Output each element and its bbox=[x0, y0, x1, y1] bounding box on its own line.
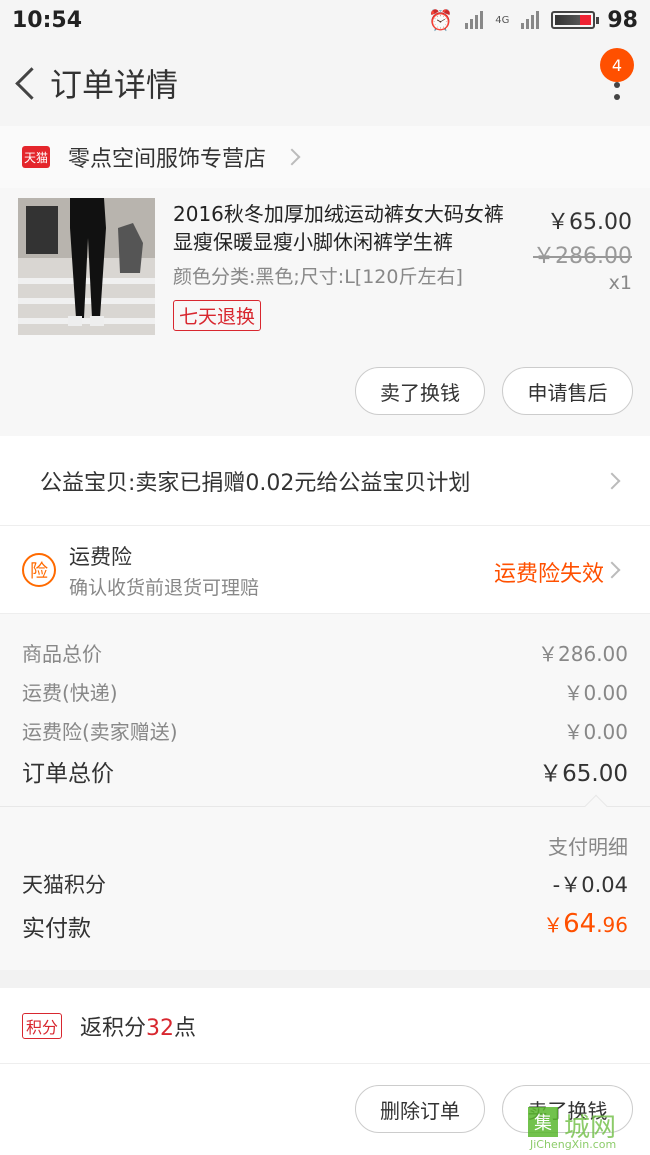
points-suffix: 点 bbox=[174, 1015, 197, 1041]
watermark-url: JiChengXin.com bbox=[530, 1138, 617, 1151]
cost-value: ￥0.00 bbox=[563, 681, 628, 705]
insurance-subtitle: 确认收货前退货可理赔 bbox=[69, 577, 260, 599]
paid-currency: ￥ bbox=[543, 913, 564, 937]
status-icons: ⏰ 4G 98 bbox=[428, 8, 638, 33]
chevron-right-icon bbox=[603, 472, 621, 490]
back-icon[interactable] bbox=[8, 59, 44, 107]
points-number: 32 bbox=[146, 1015, 175, 1041]
reward-points-text: 返积分32点 bbox=[80, 1010, 196, 1042]
points-deduction-value: -￥0.04 bbox=[552, 873, 628, 897]
sell-button[interactable]: 卖了换钱 bbox=[355, 367, 485, 415]
watermark-logo: 集 城网 JiChengXin.com bbox=[528, 1105, 646, 1151]
order-total-label: 订单总价 bbox=[22, 761, 114, 787]
tmall-points-row: 天猫积分 -￥0.04 bbox=[22, 869, 628, 899]
charity-row[interactable]: 公益宝贝:卖家已捐赠0.02元给公益宝贝计划 bbox=[0, 436, 650, 526]
signal-icon bbox=[465, 11, 484, 29]
payment-detail: 支付明细 天猫积分 -￥0.04 实付款 ￥64.96 bbox=[0, 794, 650, 970]
network-type: 4G bbox=[495, 14, 510, 26]
points-tag: 积分 bbox=[22, 1012, 63, 1039]
signal-4g-icon bbox=[521, 11, 540, 29]
product-title[interactable]: 2016秋冬加厚加绒运动裤女大码女裤显瘦保暖显瘦小脚休闲裤学生裤 bbox=[173, 200, 518, 256]
product-spec: 颜色分类:黑色;尺寸:L[120斤左右] bbox=[173, 266, 463, 288]
tmall-logo-icon: 天猫 bbox=[22, 146, 50, 168]
product-quantity: x1 bbox=[608, 272, 632, 294]
shop-row[interactable]: 天猫 零点空间服饰专营店 bbox=[0, 126, 650, 188]
reward-points-row: 积分 返积分32点 bbox=[0, 988, 650, 1064]
delete-order-button[interactable]: 删除订单 bbox=[355, 1085, 485, 1133]
insurance-status: 运费险失效 bbox=[493, 562, 604, 587]
watermark-mark: 集 bbox=[528, 1107, 558, 1137]
cost-value: ￥286.00 bbox=[538, 642, 628, 666]
cost-value: ￥0.00 bbox=[563, 720, 628, 744]
product-card[interactable]: 2016秋冬加厚加绒运动裤女大码女裤显瘦保暖显瘦小脚休闲裤学生裤 颜色分类:黑色… bbox=[0, 188, 650, 436]
paid-dec: .96 bbox=[596, 913, 628, 937]
bottom-action-bar: 删除订单 卖了换钱 集 城网 JiChengXin.com bbox=[0, 1064, 650, 1155]
alarm-icon: ⏰ bbox=[428, 8, 454, 32]
shipping-insurance-row[interactable]: 险 运费险 确认收货前退货可理赔 运费险失效 bbox=[0, 526, 650, 614]
cost-row-shipping: 运费(快递) ￥0.00 bbox=[22, 677, 628, 706]
payment-detail-label: 支付明细 bbox=[548, 835, 628, 859]
cost-label: 商品总价 bbox=[22, 642, 102, 666]
order-total-row: 订单总价 ￥65.00 bbox=[22, 754, 628, 788]
cost-label: 运费(快递) bbox=[22, 681, 118, 705]
product-thumbnail[interactable] bbox=[18, 198, 155, 335]
chevron-right-icon bbox=[283, 148, 301, 166]
product-price: ￥65.00 bbox=[547, 210, 632, 235]
paid-amount: ￥64.96 bbox=[543, 909, 628, 943]
product-original-price: ￥286.00 bbox=[533, 244, 632, 269]
cost-row-goods: 商品总价 ￥286.00 bbox=[22, 638, 628, 667]
points-deduction-label: 天猫积分 bbox=[22, 873, 106, 897]
clock: 10:54 bbox=[12, 7, 83, 33]
chevron-right-icon bbox=[603, 561, 621, 579]
paid-label: 实付款 bbox=[22, 916, 91, 942]
cost-summary: 商品总价 ￥286.00 运费(快递) ￥0.00 运费险(卖家赠送) ￥0.0… bbox=[0, 614, 650, 806]
cost-label: 运费险(卖家赠送) bbox=[22, 720, 178, 744]
order-total-value: ￥65.00 bbox=[539, 761, 628, 787]
return-policy-tag: 七天退换 bbox=[173, 300, 262, 331]
charity-text: 公益宝贝:卖家已捐赠0.02元给公益宝贝计划 bbox=[40, 470, 471, 496]
battery-percent: 98 bbox=[607, 7, 638, 33]
battery-icon bbox=[551, 11, 600, 29]
after-sale-button[interactable]: 申请售后 bbox=[502, 367, 633, 415]
paid-int: 64 bbox=[563, 909, 597, 939]
points-prefix: 返积分 bbox=[80, 1015, 147, 1041]
notification-badge: 4 bbox=[600, 48, 634, 82]
cost-row-insurance: 运费险(卖家赠送) ￥0.00 bbox=[22, 716, 628, 745]
shop-name: 零点空间服饰专营店 bbox=[68, 147, 267, 172]
paid-amount-row: 实付款 ￥64.96 bbox=[22, 909, 628, 943]
insurance-title: 运费险 bbox=[69, 545, 132, 569]
status-bar: 10:54 ⏰ 4G 98 bbox=[0, 0, 650, 40]
page-title: 订单详情 bbox=[50, 66, 179, 104]
insurance-icon: 险 bbox=[22, 553, 56, 587]
nav-bar: 订单详情 4 bbox=[0, 40, 650, 126]
